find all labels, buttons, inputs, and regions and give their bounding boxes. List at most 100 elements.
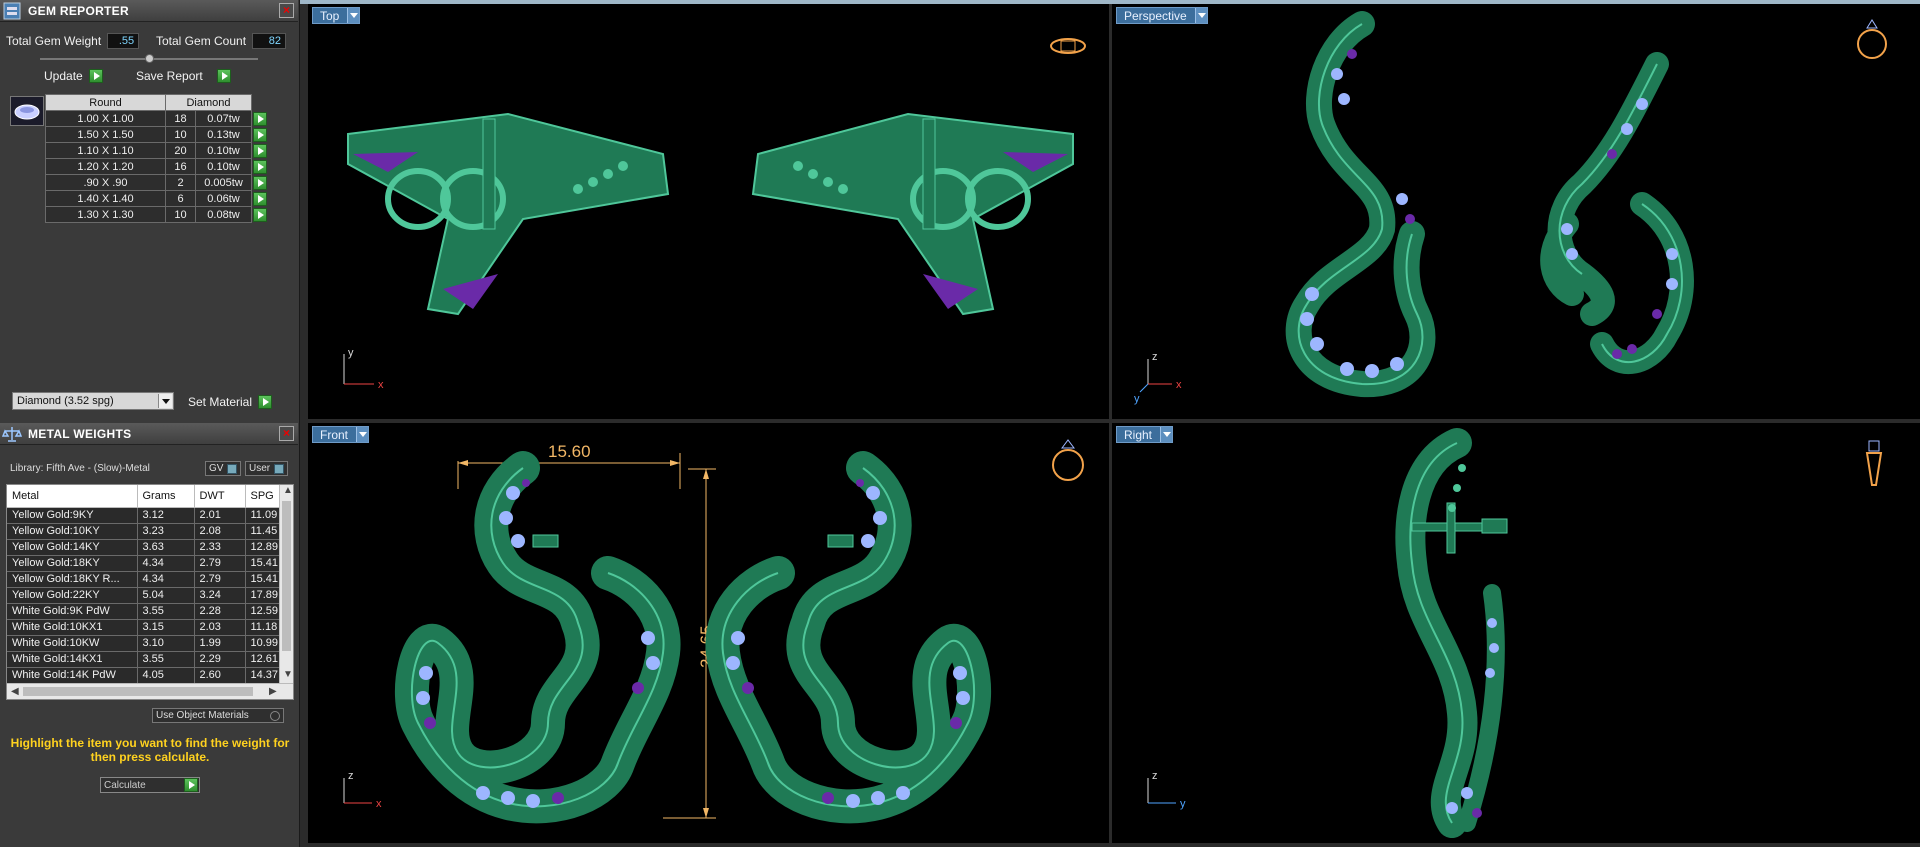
gem-table-row[interactable]: 1.40 X 1.40 6 0.06tw [45, 190, 269, 207]
gem-size-cell: .90 X .90 [45, 174, 166, 191]
metal-name-cell: Yellow Gold:14KY [7, 539, 138, 556]
metal-grams-cell: 3.12 [137, 507, 195, 524]
dwt-col-header[interactable]: DWT [194, 485, 246, 508]
metal-table-row[interactable]: White Gold:9K PdW 3.55 2.28 12.59 [7, 603, 285, 620]
scroll-right-icon[interactable]: ▶ [269, 686, 277, 697]
metal-table-row[interactable]: Yellow Gold:10KY 3.23 2.08 11.45 [7, 523, 285, 540]
gem-table-row[interactable]: 1.10 X 1.10 20 0.10tw [45, 142, 269, 159]
gem-reporter-header: GEM REPORTER × [0, 0, 298, 22]
total-gem-count-value: 82 [252, 33, 287, 49]
gem-table-row[interactable]: 1.20 X 1.20 16 0.10tw [45, 158, 269, 175]
gem-shape-header: Round [45, 94, 166, 111]
scroll-left-icon[interactable]: ◀ [11, 686, 19, 697]
select-gem-arrow-icon[interactable] [253, 191, 267, 206]
metal-table-vscrollbar[interactable]: ▲ ▼ [279, 485, 293, 683]
gem-table-row[interactable]: 1.30 X 1.30 10 0.08tw [45, 206, 269, 223]
top-view-cube-icon[interactable] [1050, 38, 1086, 54]
persp-axis-y-label: y [1134, 393, 1140, 405]
gem-count-cell: 10 [165, 126, 196, 143]
hscroll-thumb[interactable] [23, 687, 253, 696]
library-label: Library: Fifth Ave - (Slow)-Metal [10, 463, 150, 474]
gem-table-row[interactable]: .90 X .90 2 0.005tw [45, 174, 269, 191]
top-view-canvas: y x [343, 38, 1086, 391]
gv-toggle[interactable]: GV [205, 461, 242, 476]
metal-table-row[interactable]: White Gold:10KW 3.10 1.99 10.99 [7, 635, 285, 652]
metal-table-row[interactable]: Yellow Gold:14KY 3.63 2.33 12.89 [7, 539, 285, 556]
metal-grams-cell: 3.55 [137, 603, 195, 620]
update-button[interactable]: Update [44, 67, 103, 85]
grams-col-header[interactable]: Grams [137, 485, 195, 508]
metal-table-row[interactable]: Yellow Gold:18KY 4.34 2.79 15.41 [7, 555, 285, 572]
gv-checkbox-icon [227, 463, 238, 474]
select-gem-arrow-icon[interactable] [253, 127, 267, 142]
gem-table-row[interactable]: 1.00 X 1.00 18 0.07tw [45, 110, 269, 127]
metal-spg-cell: 12.89 [245, 539, 285, 556]
gem-table-header: Round Diamond [45, 94, 269, 111]
metal-col-header[interactable]: Metal [7, 485, 138, 508]
right-axis-gizmo: z y [1147, 770, 1186, 810]
vscroll-thumb[interactable] [282, 501, 291, 651]
gem-count-cell: 20 [165, 142, 196, 159]
right-pen-icon[interactable] [1865, 440, 1883, 486]
front-view-canvas: 15.60 24.65 z x [343, 439, 1084, 824]
metal-name-cell: Yellow Gold:22KY [7, 587, 138, 604]
material-select[interactable]: Diamond (3.52 spg) [12, 392, 174, 410]
viewport-top[interactable]: y x Top [308, 4, 1109, 419]
select-gem-arrow-icon[interactable] [253, 175, 267, 190]
viewport-tab-perspective-label: Perspective [1124, 8, 1187, 23]
gem-table: Round Diamond 1.00 X 1.00 18 0.07tw 1.50 X … [45, 94, 269, 223]
gem-size-cell: 1.20 X 1.20 [45, 158, 166, 175]
user-toggle[interactable]: User [245, 461, 289, 476]
gem-reporter-slider-handle[interactable] [145, 54, 154, 63]
metal-table-row[interactable]: White Gold:10KX1 3.15 2.03 11.18 [7, 619, 285, 636]
metal-weights-table[interactable]: Metal Grams DWT SPG Yellow Gold:9KY 3.12 2… [6, 484, 294, 700]
select-gem-arrow-icon[interactable] [253, 111, 267, 126]
viewport-tab-front[interactable]: Front [312, 426, 370, 443]
select-gem-arrow-icon[interactable] [253, 159, 267, 174]
scroll-down-icon[interactable]: ▼ [283, 669, 293, 680]
metal-grams-cell: 3.10 [137, 635, 195, 652]
gem-count-cell: 6 [165, 190, 196, 207]
scroll-up-icon[interactable]: ▲ [283, 485, 293, 496]
metal-weights-header: METAL WEIGHTS × [0, 423, 298, 445]
metal-table-hscrollbar[interactable]: ◀ ▶ [7, 683, 293, 699]
metal-spg-cell: 11.09 [245, 507, 285, 524]
select-gem-arrow-icon[interactable] [253, 143, 267, 158]
set-material-button[interactable]: Set Material [188, 393, 273, 411]
save-report-button[interactable]: Save Report [136, 67, 231, 85]
calculate-arrow-icon [184, 778, 198, 792]
viewport-tab-top-label: Top [320, 8, 340, 23]
perspective-ring-icon[interactable] [1857, 19, 1887, 59]
set-material-arrow-icon [258, 395, 273, 409]
use-object-materials-toggle[interactable]: Use Object Materials [152, 708, 284, 723]
calculate-button[interactable]: Calculate [100, 777, 200, 793]
viewport-front[interactable]: 15.60 24.65 z x Front [308, 423, 1109, 843]
metal-spg-cell: 17.89 [245, 587, 285, 604]
select-gem-arrow-icon[interactable] [253, 207, 267, 222]
metal-table-row[interactable]: Yellow Gold:9KY 3.12 2.01 11.09 [7, 507, 285, 524]
metal-name-cell: White Gold:10KX1 [7, 619, 138, 636]
front-ring-icon[interactable] [1052, 439, 1084, 481]
metal-dwt-cell: 2.33 [194, 539, 246, 556]
metal-grams-cell: 3.55 [137, 651, 195, 668]
spg-col-header[interactable]: SPG [245, 485, 285, 508]
metal-table-row[interactable]: Yellow Gold:18KY R... 4.34 2.79 15.41 [7, 571, 285, 588]
front-axis-z-label: z [348, 770, 354, 782]
gem-table-row[interactable]: 1.50 X 1.50 10 0.13tw [45, 126, 269, 143]
gem-count-cell: 10 [165, 206, 196, 223]
gem-count-cell: 18 [165, 110, 196, 127]
viewport-tab-top[interactable]: Top [312, 7, 361, 24]
gem-size-cell: 1.50 X 1.50 [45, 126, 166, 143]
viewport-tab-right[interactable]: Right [1116, 426, 1174, 443]
viewport-tab-perspective[interactable]: Perspective [1116, 7, 1208, 24]
metal-weights-close-icon[interactable]: × [279, 426, 294, 441]
metal-table-row[interactable]: Yellow Gold:22KY 5.04 3.24 17.89 [7, 587, 285, 604]
viewport-perspective[interactable]: z x y Perspective [1112, 4, 1920, 419]
gem-reporter-close-icon[interactable]: × [279, 3, 294, 18]
set-material-label: Set Material [188, 395, 253, 409]
metal-table-row[interactable]: White Gold:14KX1 3.55 2.29 12.61 [7, 651, 285, 668]
gem-shape-thumbnail[interactable] [10, 96, 44, 126]
viewport-right[interactable]: z y Right [1112, 423, 1920, 843]
metal-table-row[interactable]: White Gold:14K PdW 4.05 2.60 14.37 [7, 667, 285, 684]
chevron-down-icon [356, 427, 369, 442]
